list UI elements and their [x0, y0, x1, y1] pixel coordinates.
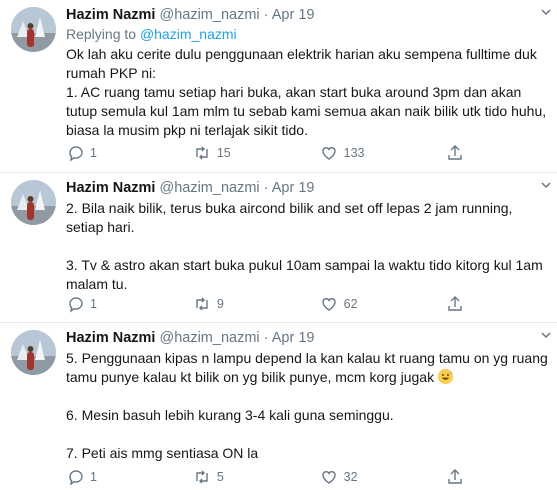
retweet-button[interactable]: 5 [193, 468, 320, 486]
like-button[interactable]: 133 [320, 144, 447, 162]
reply-count: 1 [90, 146, 97, 160]
tweet-header: Hazim Nazmi @hazim_nazmi · Apr 19 [66, 179, 549, 198]
separator: · [263, 7, 269, 23]
share-icon [448, 145, 463, 160]
tweet[interactable]: Hazim Nazmi @hazim_nazmi · Apr 19 Replyi… [0, 0, 557, 173]
author-handle[interactable]: @hazim_nazmi [159, 330, 259, 346]
retweet-button[interactable]: 9 [193, 295, 320, 313]
like-count: 133 [343, 146, 365, 160]
share-icon [448, 469, 463, 484]
tweet-content: Hazim Nazmi @hazim_nazmi · Apr 19 5. Pen… [66, 329, 549, 463]
retweet-button[interactable]: 15 [193, 144, 320, 162]
tweet-date[interactable]: Apr 19 [272, 180, 315, 196]
tweet-actions: 1 5 32 [66, 468, 476, 486]
author-name[interactable]: Hazim Nazmi [66, 330, 155, 346]
chevron-down-icon[interactable] [539, 178, 553, 192]
retweet-icon [196, 297, 208, 311]
heart-icon [321, 147, 336, 160]
replying-mention[interactable]: @hazim_nazmi [140, 26, 237, 42]
like-count: 62 [343, 297, 358, 311]
tweet-text-part2: 6. Mesin basuh lebih kurang 3-4 kali gun… [66, 407, 394, 461]
share-button[interactable] [446, 295, 476, 313]
tweet-content: Hazim Nazmi @hazim_nazmi · Apr 19 Replyi… [66, 6, 549, 140]
share-icon [448, 296, 463, 311]
reply-count: 1 [90, 297, 97, 311]
tweet-header: Hazim Nazmi @hazim_nazmi · Apr 19 [66, 6, 549, 25]
reply-icon [69, 297, 83, 313]
author-handle[interactable]: @hazim_nazmi [159, 180, 259, 196]
tweet-text-part1: 5. Penggunaan kipas n lampu depend la ka… [66, 350, 548, 385]
chevron-down-icon[interactable] [539, 5, 553, 19]
author-name[interactable]: Hazim Nazmi [66, 7, 155, 23]
retweet-icon [196, 146, 208, 160]
heart-icon [321, 298, 336, 311]
reply-count: 1 [90, 470, 97, 484]
reply-button[interactable]: 1 [66, 295, 193, 313]
replying-to: Replying to @hazim_nazmi [66, 25, 549, 44]
chevron-down-icon[interactable] [539, 328, 553, 342]
avatar[interactable] [11, 330, 56, 375]
retweet-icon [196, 470, 208, 484]
tweet-text: 5. Penggunaan kipas n lampu depend la ka… [66, 349, 549, 463]
like-button[interactable]: 32 [320, 468, 447, 486]
separator: · [263, 180, 269, 196]
replying-prefix: Replying to [66, 26, 140, 42]
reply-icon [69, 146, 83, 162]
tweet-text: 2. Bila naik bilik, terus buka aircond b… [66, 200, 543, 292]
reply-icon [69, 470, 83, 486]
like-button[interactable]: 62 [320, 295, 447, 313]
separator: · [263, 330, 269, 346]
avatar[interactable] [11, 7, 56, 52]
reply-button[interactable]: 1 [66, 144, 193, 162]
share-button[interactable] [446, 468, 476, 486]
tweet[interactable]: Hazim Nazmi @hazim_nazmi · Apr 19 5. Pen… [0, 323, 557, 494]
like-count: 32 [343, 470, 358, 484]
heart-icon [321, 471, 336, 484]
tweet-actions: 1 9 62 [66, 295, 476, 313]
tweet-date[interactable]: Apr 19 [272, 7, 315, 23]
author-name[interactable]: Hazim Nazmi [66, 180, 155, 196]
tweet-header: Hazim Nazmi @hazim_nazmi · Apr 19 [66, 329, 549, 348]
grinning-sweat-emoji [437, 369, 453, 384]
reply-button[interactable]: 1 [66, 468, 193, 486]
author-handle[interactable]: @hazim_nazmi [159, 7, 259, 23]
tweet-actions: 1 15 133 [66, 144, 476, 162]
tweet-text: Ok lah aku cerite dulu penggunaan elektr… [66, 46, 547, 138]
retweet-count: 9 [216, 297, 224, 311]
retweet-count: 5 [216, 470, 224, 484]
tweet[interactable]: Hazim Nazmi @hazim_nazmi · Apr 19 2. Bil… [0, 173, 557, 323]
tweet-content: Hazim Nazmi @hazim_nazmi · Apr 19 2. Bil… [66, 179, 549, 294]
share-button[interactable] [446, 144, 476, 162]
tweet-date[interactable]: Apr 19 [272, 330, 315, 346]
avatar[interactable] [11, 180, 56, 225]
retweet-count: 15 [216, 146, 231, 160]
